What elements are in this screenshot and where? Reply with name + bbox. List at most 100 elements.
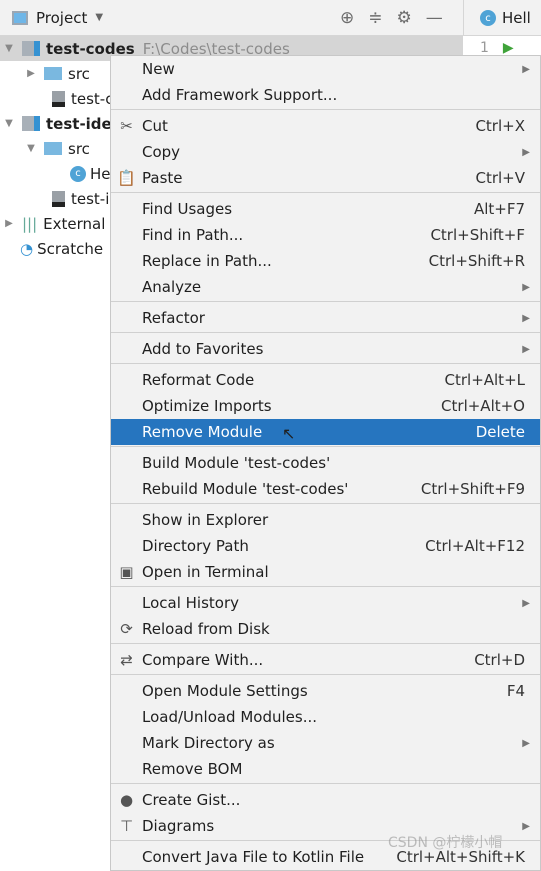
menu-item-shortcut: F4 [506, 682, 525, 700]
tree-label: src [68, 139, 90, 158]
clipboard-icon: 📋 [117, 169, 136, 187]
menu-item-load-unload-modules[interactable]: Load/Unload Modules... [111, 704, 540, 730]
project-view-selector[interactable]: Project ▼ [0, 9, 340, 27]
menu-item-label: Build Module 'test-codes' [142, 454, 331, 472]
menu-item-reload-from-disk[interactable]: ⟳ Reload from Disk [111, 616, 540, 642]
chevron-down-icon: ▼ [95, 12, 104, 23]
menu-item-shortcut: Ctrl+Shift+F9 [420, 480, 525, 498]
expand-arrow-icon[interactable]: ▼ [24, 143, 38, 154]
menu-item-label: Compare With... [142, 651, 264, 669]
submenu-arrow-icon: ▶ [522, 343, 530, 355]
library-icon: ||| [22, 214, 38, 233]
menu-item-new[interactable]: New ▶ [111, 56, 540, 82]
menu-item-open-module-settings[interactable]: Open Module Settings F4 [111, 678, 540, 704]
menu-item-label: Mark Directory as [142, 734, 275, 752]
submenu-arrow-icon: ▶ [522, 146, 530, 158]
menu-item-label: Find Usages [142, 200, 233, 218]
menu-item-open-in-terminal[interactable]: ▣ Open in Terminal [111, 559, 540, 585]
menu-item-optimize-imports[interactable]: Optimize Imports Ctrl+Alt+O [111, 393, 540, 419]
menu-item-label: Find in Path... [142, 226, 244, 244]
collapse-icon[interactable]: ≑ [368, 8, 382, 28]
menu-item-label: Convert Java File to Kotlin File [142, 848, 365, 866]
menu-item-refactor[interactable]: Refactor ▶ [111, 305, 540, 331]
expand-arrow-icon[interactable]: ▼ [2, 118, 16, 129]
menu-item-label: Create Gist... [142, 791, 241, 809]
menu-item-label: Show in Explorer [142, 511, 269, 529]
run-icon[interactable]: ▶ [503, 40, 514, 56]
menu-item-reformat-code[interactable]: Reformat Code Ctrl+Alt+L [111, 367, 540, 393]
menu-item-shortcut: Ctrl+Alt+O [441, 397, 525, 415]
menu-item-shortcut: Ctrl+V [475, 169, 525, 187]
menu-item-label: Replace in Path... [142, 252, 272, 270]
expand-arrow-icon[interactable]: ▶ [24, 68, 38, 79]
gear-icon[interactable]: ⚙ [397, 8, 412, 28]
menu-item-label: Copy [142, 143, 181, 161]
menu-item-local-history[interactable]: Local History ▶ [111, 590, 540, 616]
menu-item-label: Remove BOM [142, 760, 243, 778]
scissors-icon: ✂ [120, 117, 133, 135]
tree-label: test-i [71, 189, 110, 208]
menu-item-label: Optimize Imports [142, 397, 272, 415]
menu-item-label: Add to Favorites [142, 340, 264, 358]
menu-item-create-gist[interactable]: ● Create Gist... [111, 787, 540, 813]
menu-item-shortcut: Ctrl+Shift+R [428, 252, 525, 270]
menu-item-shortcut: Ctrl+X [475, 117, 525, 135]
menu-item-rebuild-module-test-codes[interactable]: Rebuild Module 'test-codes' Ctrl+Shift+F9 [111, 476, 540, 502]
menu-item-add-framework-support[interactable]: Add Framework Support... [111, 82, 540, 108]
scratches-icon: ◔ [20, 239, 34, 258]
menu-item-shortcut: Alt+F7 [473, 200, 525, 218]
context-menu: New ▶ Add Framework Support... ✂ Cut Ctrl+X Co… [110, 55, 541, 871]
submenu-arrow-icon: ▶ [522, 312, 530, 324]
menu-item-label: Refactor [142, 309, 205, 327]
menu-item-copy[interactable]: Copy ▶ [111, 139, 540, 165]
menu-item-directory-path[interactable]: Directory Path Ctrl+Alt+F12 [111, 533, 540, 559]
menu-item-analyze[interactable]: Analyze ▶ [111, 274, 540, 300]
menu-item-remove-module[interactable]: Remove Module Delete [111, 419, 540, 445]
menu-item-label: Rebuild Module 'test-codes' [142, 480, 349, 498]
menu-item-find-in-path[interactable]: Find in Path... Ctrl+Shift+F [111, 222, 540, 248]
compare-icon: ⇄ [120, 651, 133, 669]
menu-item-shortcut: Ctrl+Shift+F [430, 226, 525, 244]
menu-item-label: New [142, 60, 175, 78]
menu-item-compare-with[interactable]: ⇄ Compare With... Ctrl+D [111, 647, 540, 673]
project-icon [12, 10, 28, 25]
crosshair-icon[interactable]: ⊕ [340, 8, 354, 28]
editor-tab-label: Hell [502, 9, 531, 27]
editor-gutter: 1 ▶ [480, 40, 514, 56]
submenu-arrow-icon: ▶ [522, 597, 530, 609]
menu-item-label: Open Module Settings [142, 682, 308, 700]
menu-item-build-module-test-codes[interactable]: Build Module 'test-codes' [111, 450, 540, 476]
reload-icon: ⟳ [120, 620, 133, 638]
submenu-arrow-icon: ▶ [522, 820, 530, 832]
menu-item-label: Open in Terminal [142, 563, 269, 581]
diagram-icon: ⊤ [119, 817, 134, 835]
menu-item-add-to-favorites[interactable]: Add to Favorites ▶ [111, 336, 540, 362]
expand-arrow-icon[interactable]: ▼ [2, 43, 16, 54]
watermark: CSDN @柠檬小帽 [388, 835, 503, 851]
menu-item-cut[interactable]: ✂ Cut Ctrl+X [111, 113, 540, 139]
iml-file-icon [52, 190, 65, 207]
expand-arrow-icon[interactable]: ▶ [2, 218, 16, 229]
menu-item-shortcut: Delete [475, 423, 525, 441]
folder-icon [44, 142, 62, 155]
menu-item-remove-bom[interactable]: Remove BOM [111, 756, 540, 782]
iml-file-icon [52, 90, 65, 107]
menu-item-shortcut: Ctrl+Alt+L [444, 371, 526, 389]
minimize-icon[interactable]: — [426, 8, 443, 28]
tree-label: External [43, 214, 106, 233]
menu-item-label: Directory Path [142, 537, 249, 555]
menu-item-label: Analyze [142, 278, 202, 296]
menu-item-find-usages[interactable]: Find Usages Alt+F7 [111, 196, 540, 222]
module-icon [22, 41, 40, 56]
github-icon: ● [119, 791, 134, 809]
menu-item-replace-in-path[interactable]: Replace in Path... Ctrl+Shift+R [111, 248, 540, 274]
menu-item-mark-directory-as[interactable]: Mark Directory as ▶ [111, 730, 540, 756]
submenu-arrow-icon: ▶ [522, 281, 530, 293]
mouse-cursor-icon: ↖ [282, 424, 296, 443]
menu-item-paste[interactable]: 📋 Paste Ctrl+V [111, 165, 540, 191]
folder-icon [44, 67, 62, 80]
menu-item-show-in-explorer[interactable]: Show in Explorer [111, 507, 540, 533]
editor-tab[interactable]: c Hell [463, 0, 531, 36]
line-number: 1 [480, 40, 489, 56]
menu-item-label: Local History [142, 594, 240, 612]
